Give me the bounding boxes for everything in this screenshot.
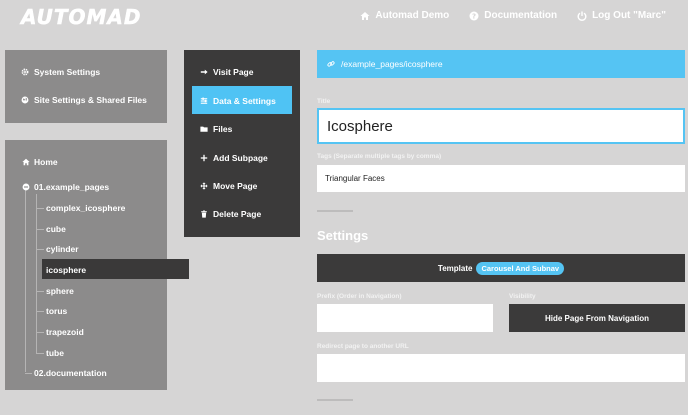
tree-item-complex-icosphere[interactable]: complex_icosphere: [46, 203, 125, 213]
prefix-label: Prefix (Order in Navigation): [317, 293, 402, 300]
tree-item-cylinder[interactable]: cylinder: [46, 244, 79, 254]
documentation-label: Documentation: [484, 10, 558, 21]
tree-item-label: icosphere: [46, 265, 87, 275]
title-input[interactable]: Icosphere: [317, 108, 685, 144]
automad-demo-link[interactable]: Automad Demo: [360, 10, 449, 21]
tree-item-sphere[interactable]: sphere: [46, 286, 74, 296]
tree-item-label: tube: [46, 348, 64, 358]
trash-icon: [201, 210, 207, 218]
home-icon: [22, 158, 30, 166]
site-settings-label: Site Settings & Shared Files: [34, 95, 147, 105]
tree-line: [36, 249, 44, 250]
power-icon: [577, 11, 587, 21]
system-settings-link[interactable]: System Settings: [21, 67, 100, 77]
tree-item-label: torus: [46, 306, 68, 316]
tree-line: [36, 311, 44, 312]
top-bar: AUTOMAD Automad Demo ? Documentation Log…: [0, 0, 688, 33]
title-value: Icosphere: [327, 117, 393, 135]
tags-label: Tags (Separate multiple tags by comma): [317, 153, 442, 160]
move-page-label: Move Page: [213, 181, 258, 191]
arrow-right-icon: [200, 69, 208, 75]
divider: [317, 210, 353, 212]
logo[interactable]: AUTOMAD: [21, 5, 141, 30]
settings-panel: System Settings Site Settings & Shared F…: [5, 50, 167, 123]
visit-page-button[interactable]: Visit Page: [200, 67, 253, 77]
redirect-label: Redirect page to another URL: [317, 343, 409, 350]
add-subpage-button[interactable]: Add Subpage: [200, 153, 268, 163]
files-button[interactable]: Files: [200, 124, 232, 134]
tree-item-label: cube: [46, 224, 66, 234]
gear-icon: [21, 68, 29, 76]
settings-heading: Settings: [317, 228, 369, 243]
data-settings-button[interactable]: Data & Settings: [200, 96, 276, 106]
tree-line: [36, 194, 37, 353]
visit-page-label: Visit Page: [213, 67, 254, 77]
redirect-url-input[interactable]: [317, 354, 685, 382]
tree-item-label: 01.example_pages: [34, 182, 110, 192]
hide-from-navigation-button[interactable]: Hide Page From Navigation: [509, 304, 685, 332]
automad-demo-label: Automad Demo: [375, 10, 450, 21]
breadcrumb[interactable]: /example_pages/icosphere: [317, 50, 685, 78]
logout-link[interactable]: Log Out "Marc": [577, 10, 666, 21]
delete-page-label: Delete Page: [213, 209, 262, 219]
tree-item-cube[interactable]: cube: [46, 224, 66, 234]
tree-line: [25, 188, 26, 372]
tree-item-torus[interactable]: torus: [46, 306, 67, 316]
data-settings-label: Data & Settings: [213, 96, 276, 106]
folder-icon: [200, 126, 208, 132]
system-settings-label: System Settings: [34, 67, 101, 77]
title-label: Title: [317, 98, 331, 105]
template-selector[interactable]: Template Carousel And Subnav: [317, 254, 685, 282]
prefix-input[interactable]: [317, 304, 493, 332]
question-circle-icon: ?: [469, 11, 479, 20]
sliders-icon: [200, 97, 208, 104]
tree-line: [36, 332, 44, 333]
tree-line: [36, 208, 44, 209]
tags-value: Triangular Faces: [325, 174, 385, 183]
tree-item-trapezoid[interactable]: trapezoid: [46, 327, 84, 337]
tree-item-label: sphere: [46, 286, 74, 296]
tags-input[interactable]: Triangular Faces: [317, 165, 685, 192]
minus-circle-icon[interactable]: [22, 183, 30, 191]
tree-line: [36, 353, 44, 354]
tree-item-tube[interactable]: tube: [46, 348, 64, 358]
logout-label: Log Out "Marc": [592, 10, 666, 21]
delete-page-button[interactable]: Delete Page: [200, 209, 261, 219]
tree-item-label: complex_icosphere: [46, 203, 126, 213]
tree-item-documentation[interactable]: 02.documentation: [34, 368, 107, 378]
move-page-button[interactable]: Move Page: [200, 181, 257, 191]
link-icon: [327, 61, 335, 67]
tree-item-example-pages[interactable]: 01.example_pages: [22, 182, 109, 192]
globe-icon: [21, 96, 29, 104]
breadcrumb-path: /example_pages/icosphere: [341, 59, 443, 69]
template-badge: Carousel And Subnav: [476, 261, 565, 275]
top-links: Automad Demo ? Documentation Log Out "Ma…: [360, 10, 666, 21]
tree-line: [36, 291, 44, 292]
svg-text:?: ?: [472, 12, 476, 20]
move-icon: [200, 182, 208, 190]
plus-icon: [200, 154, 208, 162]
tree-item-label: Home: [34, 157, 58, 167]
tree-line: [25, 373, 32, 374]
tree-item-label: 02.documentation: [34, 368, 107, 378]
documentation-link[interactable]: ? Documentation: [469, 10, 557, 21]
tree-item-label: cylinder: [46, 244, 79, 254]
tree-item-icosphere[interactable]: icosphere: [46, 265, 86, 275]
visibility-label: Visibility: [509, 293, 536, 300]
home-icon: [360, 11, 370, 20]
files-label: Files: [213, 124, 233, 134]
tree-item-home[interactable]: Home: [22, 157, 58, 167]
tree-line: [36, 229, 44, 230]
divider: [317, 399, 353, 401]
add-subpage-label: Add Subpage: [213, 153, 268, 163]
template-label: Template: [437, 263, 473, 273]
tree-item-label: trapezoid: [46, 327, 84, 337]
site-settings-link[interactable]: Site Settings & Shared Files: [21, 95, 147, 105]
